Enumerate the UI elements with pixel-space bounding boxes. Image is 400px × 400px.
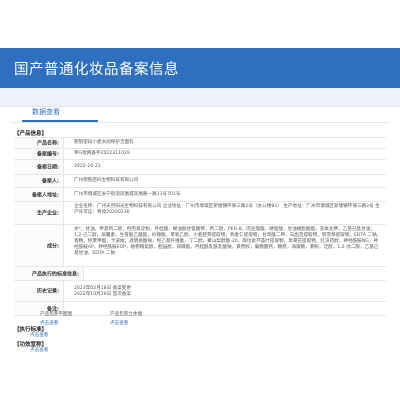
row-value: 2023年02月18日 备案变更 2022年10月26日 首次备案 <box>74 286 131 297</box>
packaging-flat-title: 产品包装平面图 <box>40 312 73 317</box>
table-row: 备案编号: 粤G妆网备字2022311029 <box>14 149 386 160</box>
row-key: 备案人地址: <box>14 188 64 201</box>
page-header: 国产普通化妆品备案信息 <box>0 48 400 88</box>
table-row: 备案日期: 2022-10-21 <box>14 160 386 175</box>
row-key: 历史记录: <box>14 281 64 301</box>
tab-data-view-label: 数据查看 <box>32 108 60 116</box>
packaging-flat-link[interactable]: 点击查看 <box>40 320 110 326</box>
table-row: 产品名称: 婴肌密码小麦水润保护洁面乳 <box>14 138 386 149</box>
packaging-3d: 产品包装立体图 点击查看 <box>110 311 180 326</box>
row-key: 备案人: <box>14 175 64 187</box>
page-title: 国产普通化妆品备案信息 <box>14 62 179 78</box>
sub-bar <box>0 88 400 107</box>
tab-data-view[interactable]: 数据查看 <box>22 106 98 122</box>
row-key: 产品执行的标准信息: <box>14 267 84 280</box>
row-value: 广州市增城区永宁街道凤凰城凤凰路一路11号701号 <box>74 191 181 197</box>
efficacy-view-link[interactable]: 点击查看 <box>30 347 48 353</box>
table-row: 生产企业: 企业名称：广州天然阳光生物科技有限公司 企业地址：广州市增城区新塘镇… <box>14 202 386 225</box>
standard-view-link[interactable]: 点击查看 <box>30 332 48 338</box>
divider <box>10 122 390 123</box>
packaging-row: 产品包装平面图 点击查看 产品包装立体图 点击查看 <box>30 311 370 331</box>
product-info-group-label: 【产品信息】 <box>14 131 48 137</box>
row-value: 婴肌密码小麦水润保护洁面乳 <box>74 140 134 145</box>
table-row: 历史记录: 2023年02月18日 备案变更 2022年10月26日 首次备案 <box>14 281 386 302</box>
row-value: 水*，甘油，甲基丙二醇，羟丙基淀粉，月桂酸，椰油酰甘氨酸钾，丙二醇，PEG-8，… <box>74 227 382 256</box>
table-row: 产品执行的标准信息: <box>14 267 386 281</box>
table-row: 备案人: 广州婴肌密码生物科技有限公司 <box>14 175 386 188</box>
row-value: 粤G妆网备字2022311029 <box>74 151 130 156</box>
row-value: 企业名称：广州天然阳光生物科技有限公司 企业地址：广州市增城区新塘镇环保三路2号… <box>74 204 380 215</box>
packaging-flat: 产品包装平面图 点击查看 <box>40 311 110 326</box>
table-row: 备案人地址: 广州市增城区永宁街道凤凰城凤凰路一路11号701号 <box>14 188 386 202</box>
row-value: 2022-10-21 <box>74 164 101 169</box>
row-key: 备案编号: <box>14 149 64 159</box>
row-value: 广州婴肌密码生物科技有限公司 <box>74 178 139 183</box>
row-key: 产品名称: <box>14 138 64 148</box>
packaging-3d-title: 产品包装立体图 <box>110 312 143 317</box>
packaging-3d-link[interactable]: 点击查看 <box>110 320 180 326</box>
table-row: 成分: 水*，甘油，甲基丙二醇，羟丙基淀粉，月桂酸，椰油酰甘氨酸钾，丙二醇，PE… <box>14 225 386 267</box>
row-key: 备案日期: <box>14 160 64 174</box>
product-info-table: 产品名称: 婴肌密码小麦水润保护洁面乳 备案编号: 粤G妆网备字20223110… <box>14 137 386 316</box>
row-key: 生产企业: <box>14 202 64 224</box>
row-key: 成分: <box>14 225 64 266</box>
